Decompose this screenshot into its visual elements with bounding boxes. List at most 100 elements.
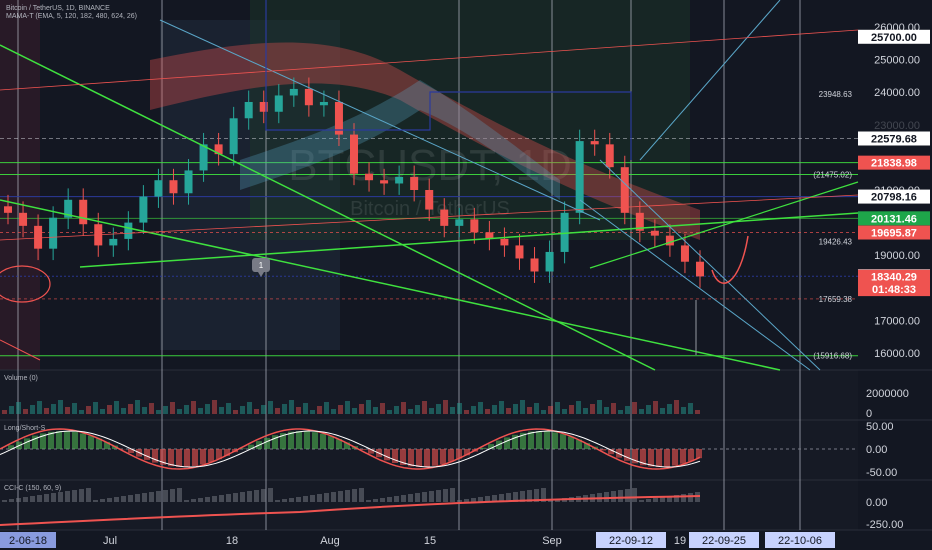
volume-bar xyxy=(9,406,14,414)
ls-bar xyxy=(504,437,510,449)
candle-body xyxy=(530,258,539,272)
volume-bar xyxy=(513,404,518,414)
cci-bar xyxy=(688,493,693,502)
cci-bar xyxy=(156,491,161,502)
volume-bar xyxy=(688,403,693,414)
ls-bar xyxy=(664,449,670,467)
volume-bar xyxy=(338,405,343,414)
volume-bar xyxy=(86,406,91,414)
price-tick[interactable]: 17000.00 xyxy=(874,315,920,327)
inline-label: (21475.02) xyxy=(813,171,852,180)
volume-bar xyxy=(184,405,189,414)
candle-body xyxy=(49,217,58,249)
time-highlight[interactable]: 22-09-25 xyxy=(702,535,746,547)
volume-bar xyxy=(247,402,252,414)
volume-bar xyxy=(583,408,588,414)
price-tick[interactable]: 19000.00 xyxy=(874,250,920,262)
cci-bar xyxy=(282,499,287,502)
volume-bar xyxy=(268,401,273,414)
cci-bar xyxy=(261,489,266,502)
cci-bar xyxy=(366,500,371,502)
ls-bar xyxy=(648,449,654,467)
time-highlight[interactable]: 22-10-06 xyxy=(778,535,822,547)
volume-bar xyxy=(359,404,364,414)
time-label[interactable]: 2-06-18 xyxy=(9,535,47,547)
volume-bar xyxy=(562,409,567,414)
volume-bar xyxy=(16,402,21,414)
lbl-timer[interactable]: 01:48:33 xyxy=(872,284,916,296)
cci-bar xyxy=(394,496,399,502)
alert-marker-label: 1 xyxy=(259,261,264,270)
candle-body xyxy=(289,88,298,96)
price-tick-faded[interactable]: 23000.00 xyxy=(874,120,920,132)
time-label[interactable]: 15 xyxy=(424,535,436,547)
ls-bar xyxy=(328,436,334,449)
time-highlight[interactable]: 22-09-12 xyxy=(609,535,653,547)
time-label[interactable]: 18 xyxy=(226,535,238,547)
volume-bar xyxy=(156,410,161,414)
volume-bar xyxy=(415,405,420,414)
volume-bar xyxy=(72,403,77,414)
candle-body xyxy=(124,222,133,239)
volume-bar xyxy=(79,410,84,414)
volume-bar xyxy=(2,410,7,414)
cci-bar xyxy=(170,489,175,502)
candle-body xyxy=(410,176,419,190)
price-tick[interactable]: 16000.00 xyxy=(874,348,920,360)
inline-label: 19426.43 xyxy=(819,237,853,246)
time-label[interactable]: Jul xyxy=(103,535,117,547)
ls-bar xyxy=(24,438,30,449)
volume-bar xyxy=(667,404,672,414)
ls-bar xyxy=(624,449,630,461)
ls-bar xyxy=(552,432,558,449)
cci-bar xyxy=(72,490,77,502)
time-label[interactable]: Sep xyxy=(542,535,562,547)
time-label[interactable]: Aug xyxy=(320,535,340,547)
candle-body xyxy=(545,251,554,272)
chart-canvas[interactable]: BTCUSDT, 1D Bitcoin / TetherUS 23948.63(… xyxy=(0,0,932,550)
lbl-18340[interactable]: 18340.29 xyxy=(871,272,917,284)
cci-bar xyxy=(345,490,350,502)
lbl-21838[interactable]: 21838.98 xyxy=(871,158,917,170)
ls-bar xyxy=(304,431,310,449)
cci-bar xyxy=(23,497,28,502)
volume-tick: 2000000 xyxy=(866,388,909,400)
symbol-info[interactable]: Bitcoin / TetherUS, 1D, BINANCE xyxy=(6,5,110,12)
lbl-20798[interactable]: 20798.16 xyxy=(871,192,917,204)
lbl-20131[interactable]: 20131.46 xyxy=(871,213,917,225)
cci-bar xyxy=(422,492,427,502)
price-tick[interactable]: 24000.00 xyxy=(874,87,920,99)
volume-bar xyxy=(240,406,245,414)
cci-bar xyxy=(107,498,112,502)
cci-bar xyxy=(240,492,245,502)
price-tick[interactable]: 25000.00 xyxy=(874,55,920,67)
volume-bar xyxy=(443,400,448,414)
cci-bar xyxy=(681,494,686,502)
lbl-25700[interactable]: 25700.00 xyxy=(871,32,917,44)
cci-title: CCI-C (150, 60, 9) xyxy=(4,485,61,492)
indicator-info[interactable]: MAMA-T (EMA, 5, 120, 182, 480, 624, 26) xyxy=(6,13,137,20)
volume-bar xyxy=(44,408,49,414)
volume-bar xyxy=(51,404,56,414)
candle-body xyxy=(425,190,434,210)
candle-body xyxy=(500,238,509,246)
candle-body xyxy=(184,170,193,194)
tradingview-chart[interactable]: BTCUSDT, 1D Bitcoin / TetherUS 23948.63(… xyxy=(0,0,932,550)
cci-bar xyxy=(51,493,56,502)
volume-bar xyxy=(646,405,651,414)
ls-bar xyxy=(184,449,190,467)
cci-bar xyxy=(142,493,147,502)
time-label[interactable]: 19 xyxy=(674,535,686,547)
cci-bar xyxy=(611,491,616,502)
cci-bar xyxy=(254,490,259,502)
lbl-19695[interactable]: 19695.87 xyxy=(871,228,917,240)
candle-body xyxy=(34,225,43,249)
inline-label: (15916.68) xyxy=(813,352,852,361)
volume-bar xyxy=(394,406,399,414)
volume-title: Volume (0) xyxy=(4,375,38,382)
ls-bar xyxy=(656,449,662,467)
volume-bar xyxy=(380,403,385,414)
cci-bar xyxy=(268,488,273,502)
lbl-22579[interactable]: 22579.68 xyxy=(871,134,917,146)
volume-tick: 0 xyxy=(866,408,872,420)
